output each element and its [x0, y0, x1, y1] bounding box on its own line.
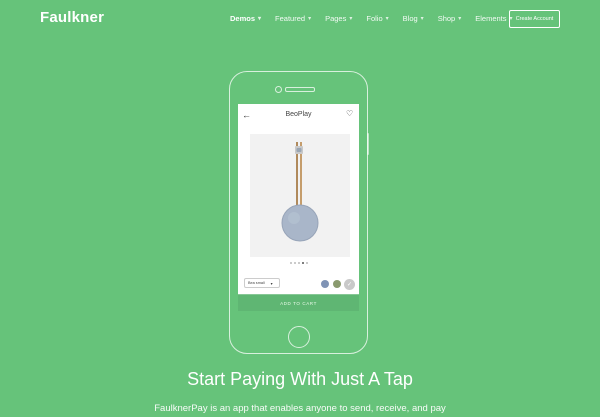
hero-headline: Start Paying With Just A Tap: [187, 369, 413, 389]
carousel-dots: [238, 262, 359, 264]
chevron-down-icon: ▾: [270, 281, 273, 286]
nav-item-pages[interactable]: Pages ▾: [325, 14, 352, 23]
screen-header: ← BeoPlay ♡: [238, 104, 359, 126]
carousel-dot[interactable]: [297, 262, 300, 264]
size-select[interactable]: Bea small ▾: [244, 278, 280, 288]
heart-icon[interactable]: ♡: [346, 109, 353, 118]
carousel-dot[interactable]: [293, 262, 296, 264]
nav-item-label: Featured: [275, 14, 306, 23]
add-to-cart-button[interactable]: ADD TO CART: [238, 294, 359, 311]
phone-home-button: [288, 326, 310, 348]
product-image: [250, 134, 350, 257]
phone-screen: ← BeoPlay ♡ Bea small ▾ ✓: [238, 104, 359, 294]
carousel-dot[interactable]: [305, 262, 308, 264]
chevron-down-icon: ▾: [258, 16, 262, 22]
nav-item-label: Folio: [366, 14, 383, 23]
hero-subtext: FaulknerPay is an app that enables anyon…: [154, 403, 446, 414]
nav-item-shop[interactable]: Shop ▾: [438, 14, 462, 23]
chevron-down-icon: ▾: [385, 16, 389, 22]
nav-item-elements[interactable]: Elements ▾: [475, 14, 512, 23]
speaker-illustration: [250, 134, 350, 257]
carousel-dot-active[interactable]: [301, 262, 304, 264]
chevron-down-icon: ▾: [420, 16, 424, 22]
carousel-dot[interactable]: [289, 262, 292, 264]
screen-title: BeoPlay: [285, 111, 312, 118]
nav-item-label: Demos: [230, 14, 256, 23]
phone-mockup: ← BeoPlay ♡ Bea small ▾ ✓ ADD TO CART: [229, 71, 369, 354]
chevron-down-icon: ▾: [308, 16, 312, 22]
nav-item-label: Pages: [325, 14, 347, 23]
nav-item-label: Shop: [437, 14, 456, 23]
site-logo[interactable]: Faulkner: [40, 9, 104, 26]
nav-item-folio[interactable]: Folio ▾: [366, 14, 388, 23]
color-swatch-blue[interactable]: [321, 280, 329, 288]
color-swatch-olive[interactable]: [333, 280, 341, 288]
nav-item-label: Blog: [402, 14, 418, 23]
phone-camera: [275, 86, 282, 93]
nav-item-label: Elements: [475, 14, 507, 23]
nav-item-featured[interactable]: Featured ▾: [275, 14, 311, 23]
check-icon[interactable]: ✓: [344, 279, 355, 290]
phone-speaker: [285, 87, 315, 92]
size-select-value: Bea small: [248, 281, 265, 285]
main-nav: Demos ▾ Featured ▾ Pages ▾ Folio ▾ Blog …: [230, 14, 527, 23]
top-navigation-bar: Faulkner Demos ▾ Featured ▾ Pages ▾ Foli…: [0, 0, 600, 38]
phone-side-button: [367, 133, 369, 155]
nav-item-demos[interactable]: Demos ▾: [230, 14, 261, 23]
nav-item-blog[interactable]: Blog ▾: [403, 14, 424, 23]
chevron-down-icon: ▾: [349, 16, 353, 22]
chevron-down-icon: ▾: [458, 16, 462, 22]
create-account-button[interactable]: Create Account: [509, 10, 560, 28]
